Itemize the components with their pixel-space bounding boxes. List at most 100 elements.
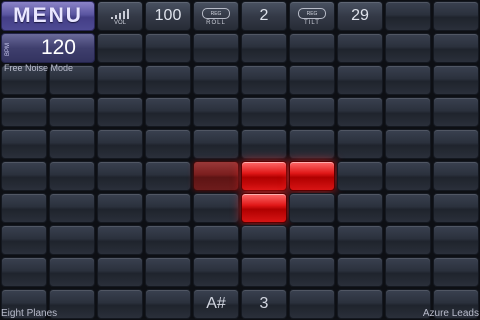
grid-pad[interactable] bbox=[289, 225, 335, 255]
volume-control[interactable]: VOL bbox=[96, 0, 144, 32]
grid-pad[interactable] bbox=[337, 129, 383, 159]
grid-pad[interactable] bbox=[433, 257, 479, 287]
grid-pad[interactable] bbox=[241, 225, 287, 255]
grid-pad[interactable] bbox=[385, 225, 431, 255]
grid-pad[interactable] bbox=[433, 33, 479, 63]
grid-pad[interactable] bbox=[97, 289, 143, 319]
grid-pad[interactable] bbox=[193, 257, 239, 287]
grid-pad[interactable] bbox=[145, 65, 191, 95]
roll-pill-icon: REG bbox=[202, 8, 230, 19]
grid-pad[interactable] bbox=[385, 193, 431, 223]
tilt-value[interactable]: 29 bbox=[336, 0, 384, 32]
grid-pad[interactable] bbox=[97, 225, 143, 255]
grid-pad[interactable] bbox=[241, 161, 287, 191]
grid-pad[interactable] bbox=[1, 193, 47, 223]
instrument-name[interactable]: Azure Leads bbox=[423, 308, 479, 319]
grid-pad[interactable] bbox=[1, 257, 47, 287]
grid-pad[interactable] bbox=[385, 97, 431, 127]
grid-pad[interactable] bbox=[145, 33, 191, 63]
grid-pad[interactable] bbox=[1, 161, 47, 191]
tilt-pill-icon: REG bbox=[298, 8, 326, 19]
grid-pad[interactable] bbox=[49, 97, 95, 127]
grid-pad[interactable] bbox=[385, 161, 431, 191]
grid-pad[interactable] bbox=[289, 289, 335, 319]
grid-pad[interactable] bbox=[49, 225, 95, 255]
grid-pad[interactable] bbox=[145, 225, 191, 255]
grid-pad[interactable] bbox=[337, 97, 383, 127]
grid-pad[interactable] bbox=[385, 65, 431, 95]
grid-pad[interactable] bbox=[337, 33, 383, 63]
grid-pad[interactable] bbox=[97, 193, 143, 223]
grid-pad[interactable] bbox=[97, 33, 143, 63]
grid-pad[interactable] bbox=[97, 65, 143, 95]
grid-pad[interactable] bbox=[97, 129, 143, 159]
roll-control[interactable]: REG ROLL bbox=[192, 0, 240, 32]
grid-pad[interactable] bbox=[97, 257, 143, 287]
menu-button[interactable]: MENU bbox=[1, 1, 95, 31]
grid-pad[interactable] bbox=[385, 129, 431, 159]
grid-pad[interactable] bbox=[289, 129, 335, 159]
grid-pad[interactable] bbox=[337, 257, 383, 287]
mode-label: Free Noise Mode bbox=[4, 63, 74, 73]
volume-value[interactable]: 100 bbox=[144, 0, 192, 32]
grid-pad[interactable] bbox=[1, 97, 47, 127]
bpm-display[interactable]: BPM 120 bbox=[1, 33, 95, 63]
grid-pad[interactable] bbox=[49, 193, 95, 223]
grid-pad[interactable] bbox=[433, 225, 479, 255]
grid-pad[interactable] bbox=[433, 97, 479, 127]
grid-pad[interactable] bbox=[433, 193, 479, 223]
grid-pad[interactable] bbox=[433, 65, 479, 95]
volume-bars-icon bbox=[111, 8, 129, 19]
grid-pad[interactable] bbox=[1, 225, 47, 255]
grid-pad[interactable] bbox=[433, 161, 479, 191]
grid-pad[interactable] bbox=[145, 193, 191, 223]
grid-pad[interactable] bbox=[145, 257, 191, 287]
grid-pad[interactable] bbox=[385, 33, 431, 63]
grid-pad[interactable] bbox=[289, 161, 335, 191]
grid-pad[interactable] bbox=[241, 129, 287, 159]
grid-pad[interactable] bbox=[193, 225, 239, 255]
grid-pad[interactable] bbox=[193, 129, 239, 159]
grid-pad[interactable] bbox=[385, 1, 431, 31]
grid-pad[interactable] bbox=[49, 129, 95, 159]
grid-pad[interactable] bbox=[241, 33, 287, 63]
roll-label: ROLL bbox=[206, 20, 226, 26]
grid-pad[interactable] bbox=[193, 193, 239, 223]
grid-pad[interactable] bbox=[193, 65, 239, 95]
roll-value[interactable]: 2 bbox=[240, 0, 288, 32]
grid-pad[interactable] bbox=[337, 193, 383, 223]
grid-pad[interactable] bbox=[49, 161, 95, 191]
grid-pad[interactable] bbox=[49, 257, 95, 287]
grid-pad[interactable] bbox=[193, 97, 239, 127]
grid-pad[interactable] bbox=[385, 257, 431, 287]
grid-pad[interactable] bbox=[241, 193, 287, 223]
grid-pad[interactable] bbox=[289, 257, 335, 287]
grid-pad[interactable] bbox=[337, 289, 383, 319]
grid-pad[interactable] bbox=[289, 65, 335, 95]
grid-pad[interactable] bbox=[289, 97, 335, 127]
grid-pad[interactable] bbox=[289, 33, 335, 63]
grid-pad[interactable] bbox=[289, 193, 335, 223]
grid-pad[interactable] bbox=[241, 97, 287, 127]
grid-pad[interactable] bbox=[433, 1, 479, 31]
grid-pad[interactable] bbox=[145, 129, 191, 159]
grid-pad[interactable] bbox=[145, 97, 191, 127]
bpm-value: 120 bbox=[40, 36, 76, 59]
grid-pad[interactable] bbox=[193, 161, 239, 191]
grid-pad[interactable] bbox=[241, 65, 287, 95]
grid-pad[interactable] bbox=[241, 257, 287, 287]
grid-pad[interactable] bbox=[97, 97, 143, 127]
grid-pad[interactable] bbox=[1, 129, 47, 159]
grid-pad[interactable] bbox=[145, 289, 191, 319]
scale-name[interactable]: Eight Planes bbox=[1, 308, 57, 319]
grid-pad[interactable] bbox=[337, 65, 383, 95]
grid-pad[interactable] bbox=[337, 161, 383, 191]
grid-pad[interactable] bbox=[433, 129, 479, 159]
grid-pad[interactable] bbox=[193, 33, 239, 63]
key-selector[interactable]: A# bbox=[192, 288, 240, 320]
tilt-control[interactable]: REG TILT bbox=[288, 0, 336, 32]
grid-pad[interactable] bbox=[97, 161, 143, 191]
octave-selector[interactable]: 3 bbox=[240, 288, 288, 320]
grid-pad[interactable] bbox=[337, 225, 383, 255]
grid-pad[interactable] bbox=[145, 161, 191, 191]
